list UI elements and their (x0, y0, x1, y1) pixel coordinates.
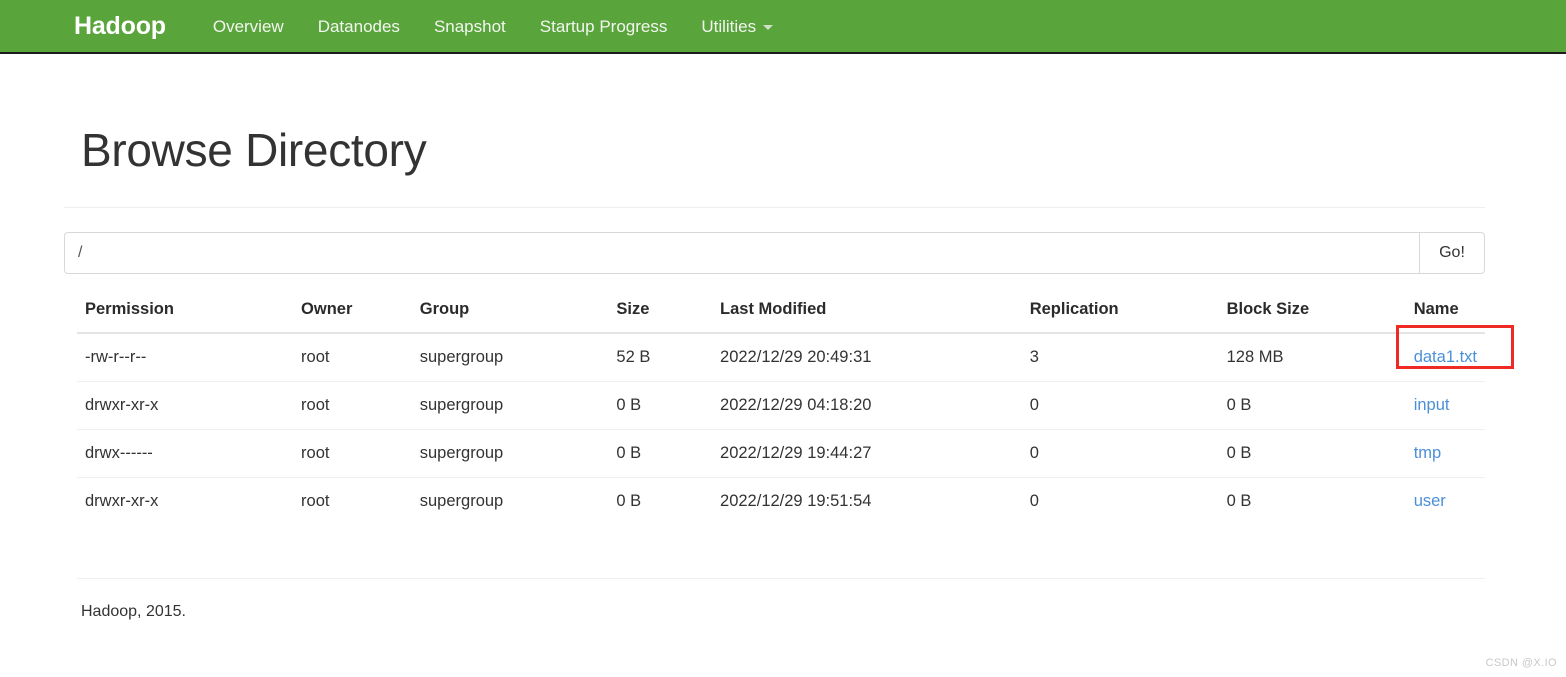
nav-link-snapshot[interactable]: Snapshot (417, 18, 523, 35)
cell-owner: root (301, 347, 330, 366)
table-row: -rw-r--r-- root supergroup 52 B 2022/12/… (77, 324, 1514, 382)
go-button[interactable]: Go! (1419, 231, 1485, 274)
navbar-brand-hadoop[interactable]: Hadoop (74, 13, 166, 39)
cell-size: 0 B (608, 380, 713, 430)
file-link-tmp[interactable]: tmp (1414, 444, 1442, 462)
table-row: drwxr-xr-x root supergroup 0 B 2022/12/2… (77, 380, 1485, 430)
cell-last-modified: 2022/12/29 20:49:31 (720, 347, 872, 366)
column-header-permission[interactable]: Permission (77, 299, 294, 334)
cell-block-size: 0 B (1218, 380, 1406, 430)
table-header: Permission Owner Group Size Last Modifie… (77, 299, 1485, 334)
nav-link-startup-progress[interactable]: Startup Progress (523, 18, 685, 35)
cell-last-modified: 2022/12/29 04:18:20 (712, 380, 1022, 430)
cell-last-modified: 2022/12/29 19:44:27 (712, 428, 1022, 478)
table-body: -rw-r--r-- root supergroup 52 B 2022/12/… (77, 324, 1514, 525)
cell-block-size: 0 B (1218, 428, 1406, 478)
cell-permission: drwxr-xr-x (77, 380, 294, 430)
cell-owner: root (293, 476, 412, 525)
nav-link-overview[interactable]: Overview (196, 18, 301, 35)
cell-owner: root (293, 428, 412, 478)
cell-size: 0 B (608, 428, 713, 478)
file-listing-table-wrapper: Permission Owner Group Size Last Modifie… (77, 299, 1514, 525)
cell-replication: 0 (1021, 380, 1219, 430)
cell-group: supergroup (419, 347, 504, 366)
cell-owner: root (293, 380, 412, 430)
table-header-row: Permission Owner Group Size Last Modifie… (77, 299, 1485, 334)
column-header-replication[interactable]: Replication (1021, 299, 1219, 334)
cell-group: supergroup (411, 476, 609, 525)
cell-permission: drwx------ (77, 428, 294, 478)
nav-link-utilities[interactable]: Utilities (684, 18, 790, 35)
cell-permission: -rw-r--r-- (85, 347, 147, 366)
file-link-data1[interactable]: data1.txt (1414, 348, 1477, 366)
cell-size: 52 B (616, 347, 651, 366)
cell-permission: drwxr-xr-x (77, 476, 294, 525)
table-row: drwx------ root supergroup 0 B 2022/12/2… (77, 428, 1485, 478)
cell-block-size: 128 MB (1226, 347, 1284, 366)
cell-name: input (1405, 380, 1485, 430)
title-divider (64, 206, 1485, 208)
directory-path-input[interactable] (64, 231, 1419, 274)
cell-last-modified: 2022/12/29 19:51:54 (712, 476, 1022, 525)
cell-replication: 0 (1021, 428, 1219, 478)
nav-link-utilities-label: Utilities (701, 16, 757, 36)
file-listing-table: Permission Owner Group Size Last Modifie… (77, 299, 1514, 525)
column-header-owner[interactable]: Owner (293, 299, 412, 334)
footer-divider (77, 577, 1485, 579)
cell-name: user (1405, 476, 1485, 525)
chevron-down-icon (763, 24, 774, 30)
cell-group: supergroup (411, 380, 609, 430)
cell-name: tmp (1405, 428, 1485, 478)
cell-replication: 0 (1021, 476, 1219, 525)
column-header-last-modified[interactable]: Last Modified (712, 299, 1022, 334)
column-header-block-size[interactable]: Block Size (1218, 299, 1406, 334)
cell-group: supergroup (411, 428, 609, 478)
column-header-size[interactable]: Size (608, 299, 713, 334)
path-input-group: Go! (64, 231, 1485, 274)
watermark-label: CSDN @X.IO (1485, 657, 1557, 669)
column-header-name[interactable]: Name (1405, 299, 1485, 334)
top-navbar: Hadoop Overview Datanodes Snapshot Start… (0, 0, 1566, 54)
nav-link-datanodes[interactable]: Datanodes (301, 18, 417, 35)
column-header-group[interactable]: Group (411, 299, 609, 334)
navbar-links: Overview Datanodes Snapshot Startup Prog… (196, 18, 790, 35)
table-row: drwxr-xr-x root supergroup 0 B 2022/12/2… (77, 476, 1485, 525)
footer-text: Hadoop, 2015. (81, 602, 186, 620)
cell-size: 0 B (608, 476, 713, 525)
file-link-input[interactable]: input (1414, 396, 1450, 414)
cell-block-size: 0 B (1218, 476, 1406, 525)
page-container: Browse Directory Go! Permission Owner Gr… (48, 125, 1518, 621)
page-title: Browse Directory (81, 124, 427, 176)
file-link-user[interactable]: user (1414, 492, 1446, 510)
cell-name: data1.txt (1395, 324, 1514, 382)
cell-replication: 3 (1029, 347, 1039, 366)
